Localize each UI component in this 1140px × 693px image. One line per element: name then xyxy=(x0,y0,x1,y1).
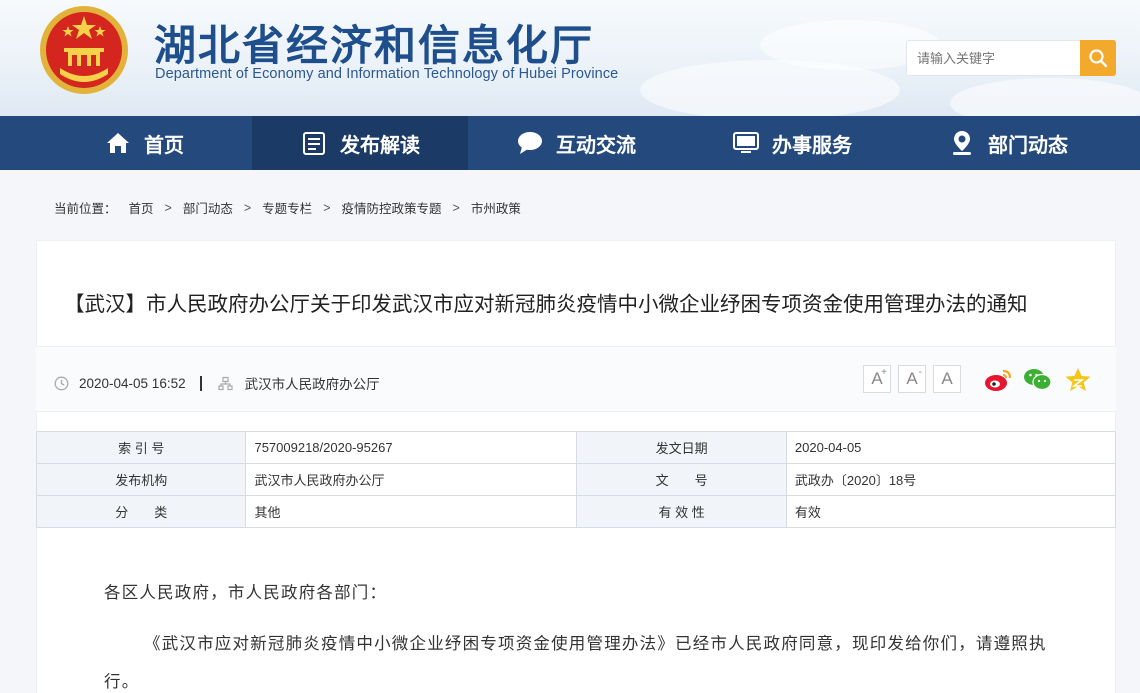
nav-label: 部门动态 xyxy=(988,132,1068,157)
nav-label: 发布解读 xyxy=(340,132,420,157)
site-subtitle: Department of Economy and Information Te… xyxy=(155,66,619,82)
article-meta: 2020-04-05 16:52 武汉市人民政府办公厅 xyxy=(54,373,380,393)
site-header: 湖北省经济和信息化厅 Department of Economy and Inf… xyxy=(0,0,1140,116)
breadcrumb-separator: > xyxy=(164,200,172,215)
font-reset-button[interactable]: A xyxy=(933,365,961,393)
star-icon[interactable] xyxy=(1063,365,1093,395)
breadcrumb-separator: > xyxy=(243,200,252,215)
info-label: 分 类 xyxy=(35,495,247,528)
breadcrumb: 当前位置： 首页 > 部门动态 > 专题专栏 > 疫情防控政策专题 > 市州政策 xyxy=(54,198,521,217)
search-button[interactable] xyxy=(1080,40,1116,76)
nav-item-publish[interactable]: 发布解读 xyxy=(252,116,468,170)
weibo-icon[interactable] xyxy=(983,365,1013,395)
table-row: 索 引 号 757009218/2020-95267 发文日期 2020-04-… xyxy=(35,431,1117,464)
info-label: 发文日期 xyxy=(576,431,787,464)
info-value: 757009218/2020-95267 xyxy=(245,431,578,464)
info-label: 文 号 xyxy=(576,463,787,496)
search-icon xyxy=(1089,49,1108,68)
info-value: 2020-04-05 xyxy=(785,431,1117,464)
site-title: 湖北省经济和信息化厅 xyxy=(154,21,595,70)
font-decrease-button[interactable]: A- xyxy=(898,365,926,393)
info-label: 有 效 性 xyxy=(576,495,787,528)
breadcrumb-item-home[interactable]: 首页 xyxy=(129,198,154,217)
nav-item-department[interactable]: 部门动态 xyxy=(900,116,1116,170)
publisher: 武汉市人民政府办公厅 xyxy=(244,377,380,392)
info-value: 其他 xyxy=(245,495,578,528)
breadcrumb-item-city-policy[interactable]: 市州政策 xyxy=(471,198,521,217)
info-value: 有效 xyxy=(785,495,1117,528)
publish-date: 2020-04-05 16:52 xyxy=(79,375,186,391)
breadcrumb-item-department[interactable]: 部门动态 xyxy=(183,198,233,217)
national-emblem-icon xyxy=(40,6,128,94)
nav-item-interaction[interactable]: 互动交流 xyxy=(468,116,684,170)
nav-label: 互动交流 xyxy=(556,132,636,157)
meta-divider xyxy=(199,375,202,391)
body-paragraph: 《武汉市应对新冠肺炎疫情中小微企业纾困专项资金使用管理办法》已经市人民政府同意，… xyxy=(104,634,1047,691)
table-row: 发布机构 武汉市人民政府办公厅 文 号 武政办〔2020〕18号 xyxy=(35,463,1117,496)
nav-item-home[interactable]: 首页 xyxy=(36,116,252,170)
article-title: 【武汉】市人民政府办公厅关于印发武汉市应对新冠肺炎疫情中小微企业纾困专项资金使用… xyxy=(64,293,1028,316)
breadcrumb-separator: > xyxy=(452,200,460,215)
nav-label: 办事服务 xyxy=(772,132,852,157)
nav-label: 首页 xyxy=(144,132,184,157)
nav-item-services[interactable]: 办事服务 xyxy=(684,116,900,170)
home-icon xyxy=(104,129,132,157)
main-nav: 首页 发布解读 互动交流 办事服务 部门动态 xyxy=(0,116,1140,170)
salutation: 各区人民政府，市人民政府各部门： xyxy=(104,583,388,602)
breadcrumb-separator: > xyxy=(323,200,331,215)
info-label: 索 引 号 xyxy=(35,431,247,464)
font-size-controls: A + A- A xyxy=(863,365,961,393)
chat-bubble-icon xyxy=(516,129,544,157)
breadcrumb-prefix: 当前位置： xyxy=(54,202,117,216)
search-input[interactable] xyxy=(907,41,1077,75)
article-meta-bar: 2020-04-05 16:52 武汉市人民政府办公厅 A + A- A xyxy=(36,346,1116,412)
breadcrumb-item-epidemic[interactable]: 疫情防控政策专题 xyxy=(342,198,442,217)
document-icon xyxy=(300,129,328,157)
cloud-decoration xyxy=(950,78,1140,116)
font-increase-button[interactable]: A + xyxy=(863,365,891,393)
document-info-table: 索 引 号 757009218/2020-95267 发文日期 2020-04-… xyxy=(35,431,1117,528)
info-label: 发布机构 xyxy=(35,463,247,496)
info-value: 武政办〔2020〕18号 xyxy=(785,463,1117,496)
info-value: 武汉市人民政府办公厅 xyxy=(245,463,578,496)
table-row: 分 类 其他 有 效 性 有效 xyxy=(35,495,1117,528)
article-body: 各区人民政府，市人民政府各部门： 《武汉市应对新冠肺炎疫情中小微企业纾困专项资金… xyxy=(104,573,1064,693)
location-pin-icon xyxy=(948,129,976,157)
clock-icon xyxy=(54,376,69,390)
wechat-icon[interactable] xyxy=(1023,365,1053,395)
monitor-icon xyxy=(732,129,760,157)
breadcrumb-item-topics[interactable]: 专题专栏 xyxy=(262,198,312,217)
share-controls xyxy=(983,365,1093,395)
organization-icon xyxy=(217,376,233,390)
